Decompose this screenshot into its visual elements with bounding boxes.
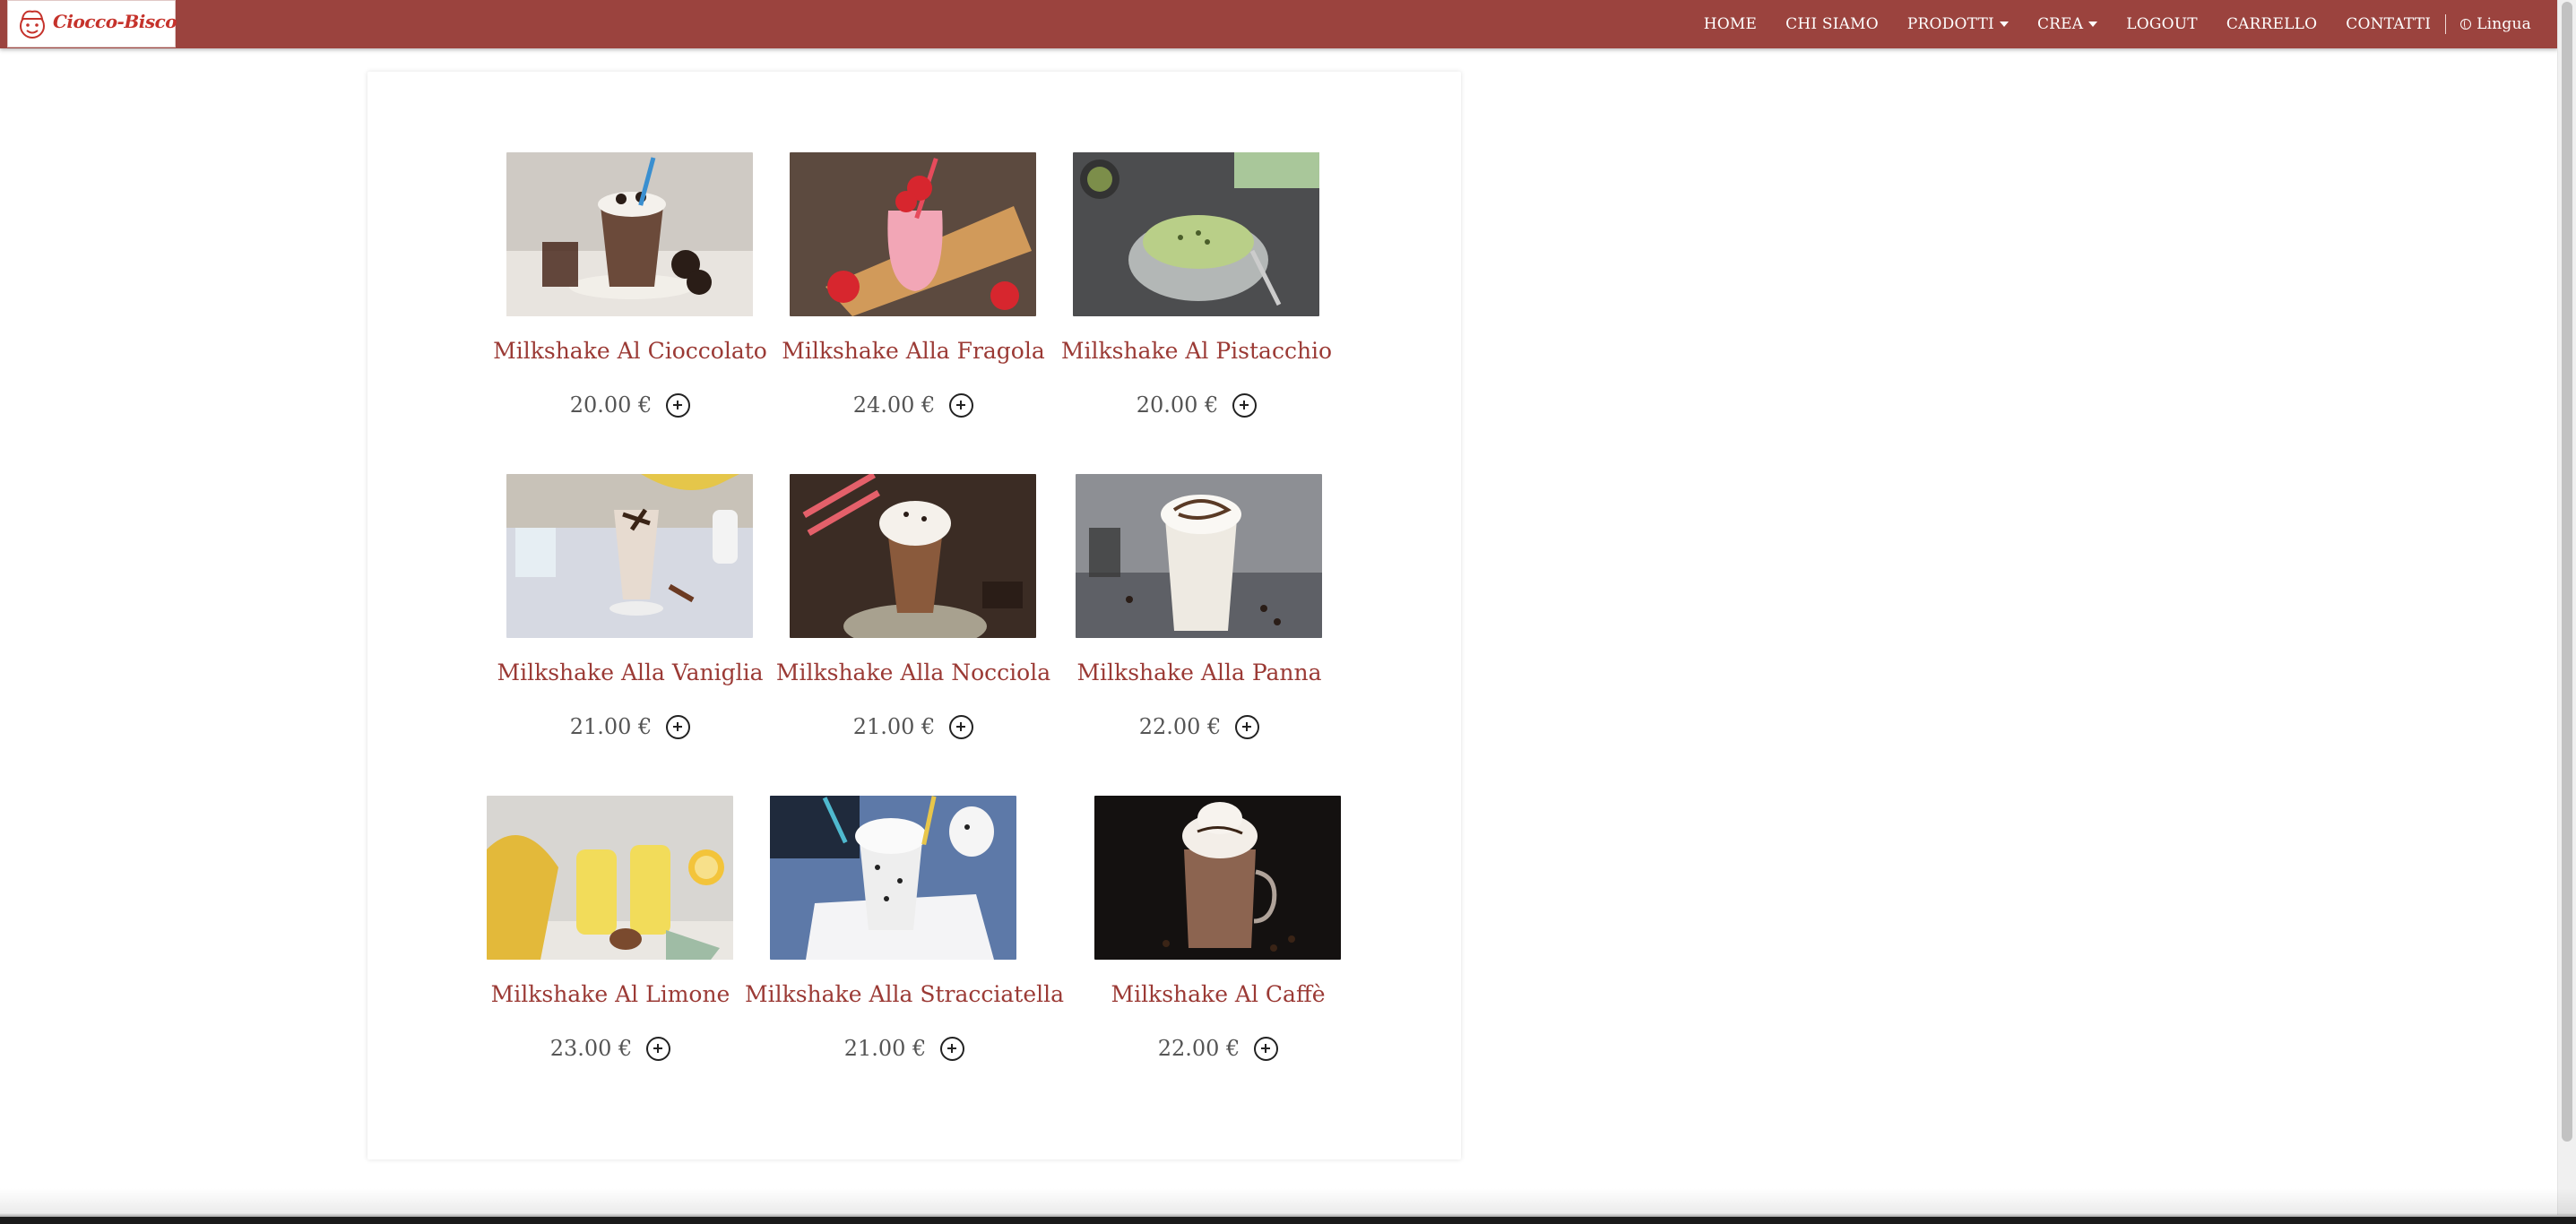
price-row: 24.00 €	[779, 391, 1048, 419]
vanilla-milkshake-photo[interactable]	[506, 474, 753, 638]
nav-carrello[interactable]: CARRELLO	[2226, 15, 2317, 33]
product-price: 22.00 €	[1138, 714, 1222, 739]
chocolate-milkshake-photo[interactable]	[506, 152, 753, 316]
nav-carrello-label: CARRELLO	[2226, 15, 2318, 33]
product-price: 20.00 €	[1136, 392, 1219, 418]
stracciatella-milkshake-photo[interactable]	[770, 796, 1016, 960]
chevron-down-icon	[1999, 22, 2009, 27]
price-row: 23.00 €	[476, 1034, 745, 1063]
nav-logout-label: LOGOUT	[2126, 15, 2198, 33]
scrollbar-thumb[interactable]	[2562, 2, 2572, 1142]
plus-circle-icon[interactable]	[949, 392, 974, 418]
product-name[interactable]: Milkshake Alla Fragola	[752, 338, 1075, 364]
product-price: 21.00 €	[569, 714, 653, 739]
product-name[interactable]: Milkshake Al Caffè	[1057, 981, 1379, 1007]
plus-circle-icon[interactable]	[666, 392, 691, 418]
product-price: 23.00 €	[549, 1036, 633, 1061]
plus-circle-icon[interactable]	[949, 714, 974, 739]
product-price: 24.00 €	[852, 392, 936, 418]
nav-crea-dropdown[interactable]: CREA	[2036, 15, 2098, 33]
nav-contatti-label: CONTATTI	[2346, 15, 2432, 33]
price-row: 20.00 €	[496, 391, 765, 419]
window-bottom-edge	[0, 1217, 2576, 1224]
plus-circle-icon[interactable]	[1254, 1036, 1279, 1061]
language-selector[interactable]: Lingua	[2460, 15, 2531, 33]
nav-crea-label: CREA	[2036, 15, 2084, 33]
product-name[interactable]: Milkshake Alla Stracciatella	[743, 981, 1066, 1007]
plus-circle-icon[interactable]	[666, 714, 691, 739]
product-name[interactable]: Milkshake Alla Panna	[1038, 659, 1361, 685]
price-row: 21.00 €	[770, 1034, 1039, 1063]
price-row: 20.00 €	[1062, 391, 1331, 419]
price-row: 22.00 €	[1065, 712, 1334, 741]
product-name[interactable]: Milkshake Al Limone	[449, 981, 772, 1007]
globe-icon	[2460, 19, 2472, 30]
brand-logo[interactable]: Ciocco-Bisco	[7, 0, 177, 47]
coffee-milkshake-photo[interactable]	[1094, 796, 1341, 960]
strawberry-milkshake-photo[interactable]	[790, 152, 1036, 316]
nav-prodotti-dropdown[interactable]: PRODOTTI	[1907, 15, 2009, 33]
language-label: Lingua	[2477, 15, 2531, 33]
main-nav: HOME CHI SIAMO PRODOTTI CREA LOGOUT CARR…	[1675, 0, 2531, 48]
product-price: 22.00 €	[1157, 1036, 1240, 1061]
nav-contatti[interactable]: CONTATTI	[2346, 15, 2431, 33]
product-name[interactable]: Milkshake Alla Nocciola	[752, 659, 1075, 685]
plus-circle-icon[interactable]	[1232, 392, 1258, 418]
product-panel: Milkshake Al Cioccolato 20.00 € Milkshak…	[367, 72, 1461, 1159]
product-name[interactable]: Milkshake Al Pistacchio	[1035, 338, 1358, 364]
cream-milkshake-photo[interactable]	[1076, 474, 1322, 638]
lemon-milkshake-photo[interactable]	[487, 796, 733, 960]
product-name[interactable]: Milkshake Alla Vaniglia	[469, 659, 791, 685]
nav-chi-siamo-label: CHI SIAMO	[1785, 15, 1879, 33]
top-navbar: Ciocco-Bisco HOME CHI SIAMO PRODOTTI CRE…	[0, 0, 2558, 48]
product-price: 20.00 €	[569, 392, 653, 418]
price-row: 22.00 €	[1084, 1034, 1353, 1063]
nav-home[interactable]: HOME	[1704, 15, 1757, 33]
pistachio-milkshake-photo[interactable]	[1073, 152, 1319, 316]
nav-home-label: HOME	[1703, 15, 1758, 33]
product-price: 21.00 €	[843, 1036, 927, 1061]
nav-logout[interactable]: LOGOUT	[2126, 15, 2198, 33]
nav-chi-siamo[interactable]: CHI SIAMO	[1785, 15, 1879, 33]
price-row: 21.00 €	[779, 712, 1048, 741]
chevron-down-icon	[2088, 22, 2098, 27]
plus-circle-icon[interactable]	[646, 1036, 671, 1061]
plus-circle-icon[interactable]	[1235, 714, 1260, 739]
vertical-scrollbar[interactable]	[2557, 0, 2576, 1215]
hazelnut-milkshake-photo[interactable]	[790, 474, 1036, 638]
price-row: 21.00 €	[496, 712, 765, 741]
nav-prodotti-label: PRODOTTI	[1906, 15, 1994, 33]
product-price: 21.00 €	[852, 714, 936, 739]
chef-mascot-icon	[20, 10, 45, 39]
product-name[interactable]: Milkshake Al Cioccolato	[469, 338, 791, 364]
nav-divider	[2445, 14, 2447, 34]
plus-circle-icon[interactable]	[940, 1036, 965, 1061]
brand-name: Ciocco-Bisco	[53, 11, 177, 32]
